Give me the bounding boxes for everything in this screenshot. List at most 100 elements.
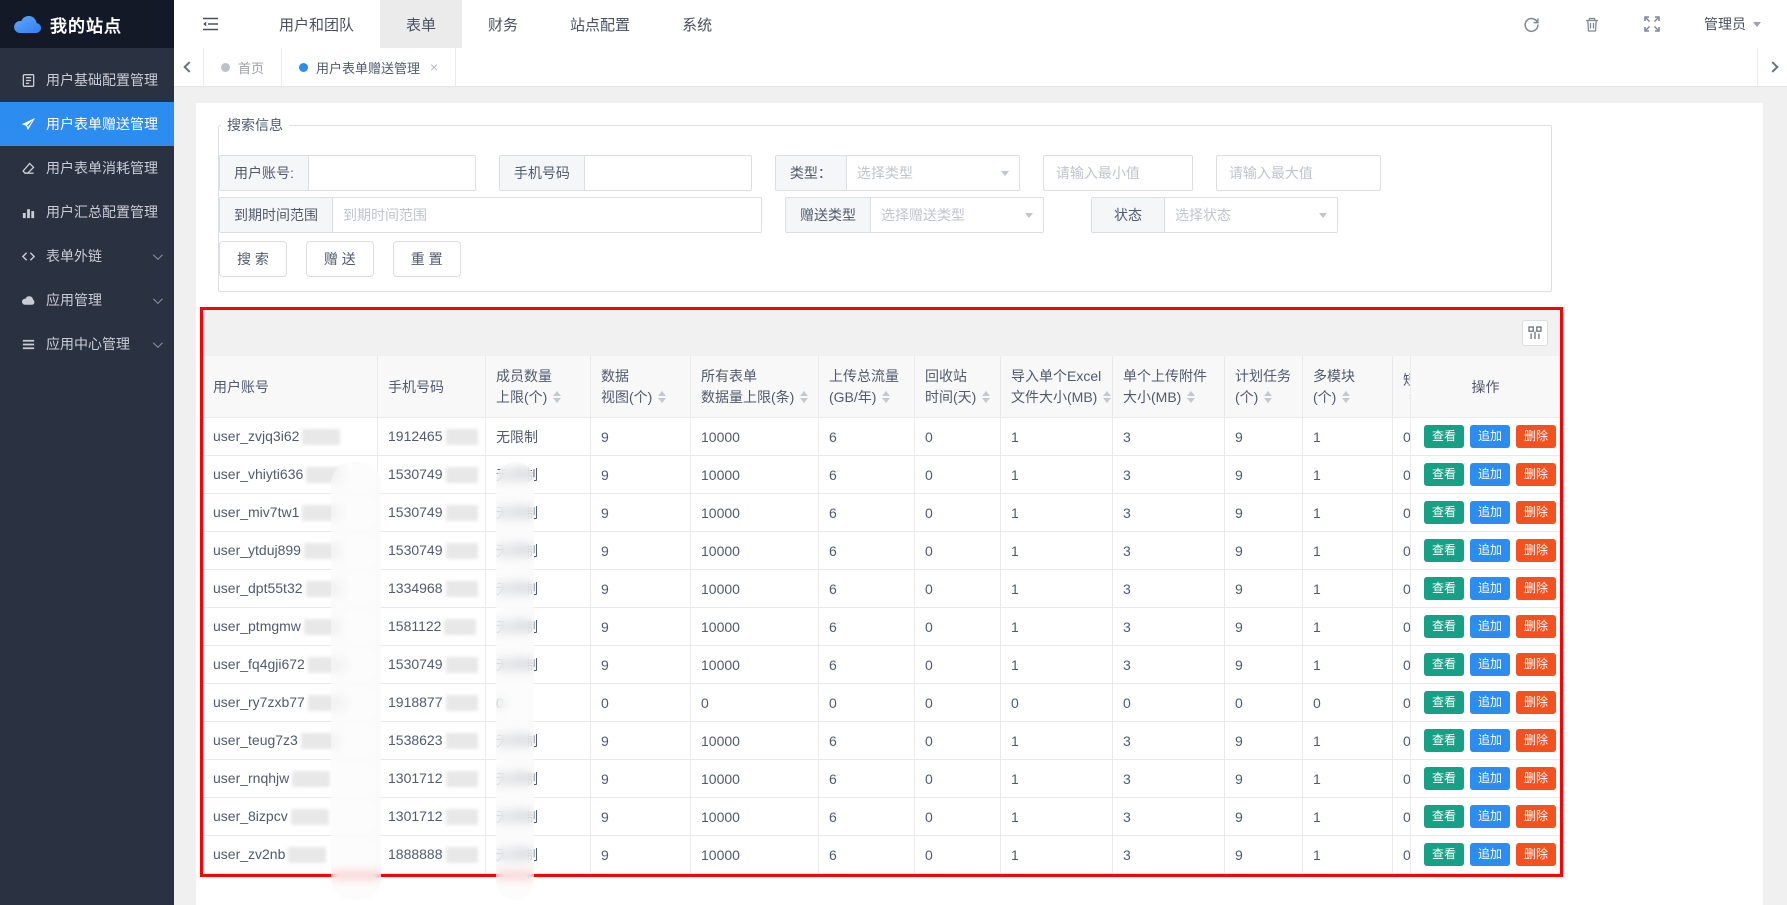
append-button[interactable]: 追加 xyxy=(1470,691,1510,713)
append-button[interactable]: 追加 xyxy=(1470,767,1510,789)
delete-button[interactable]: 删除 xyxy=(1516,425,1556,447)
view-button[interactable]: 查看 xyxy=(1424,805,1464,827)
sidebar-item[interactable]: 用户汇总配置管理 xyxy=(0,190,174,234)
phone-input[interactable] xyxy=(585,156,751,190)
sidebar-item[interactable]: 表单外链 xyxy=(0,234,174,278)
min-value-input[interactable] xyxy=(1043,155,1193,191)
delete-button[interactable]: 删除 xyxy=(1516,577,1556,599)
view-button[interactable]: 查看 xyxy=(1424,425,1464,447)
bar-chart-icon xyxy=(20,204,36,220)
view-button[interactable]: 查看 xyxy=(1424,691,1464,713)
tab-close-icon[interactable]: × xyxy=(430,59,438,75)
value-cell: 3 xyxy=(1113,836,1225,874)
value-cell: 0 xyxy=(915,418,1001,456)
top-nav-item[interactable]: 站点配置 xyxy=(544,0,656,48)
delete-button[interactable]: 删除 xyxy=(1516,767,1556,789)
sort-icon[interactable] xyxy=(882,391,890,403)
menu-collapse-icon[interactable] xyxy=(202,16,219,32)
top-nav-item[interactable]: 系统 xyxy=(656,0,738,48)
value-cell: 无限制 xyxy=(486,608,591,646)
column-header[interactable]: 上传总流量(GB/年) xyxy=(819,356,915,418)
delete-button[interactable]: 删除 xyxy=(1516,843,1556,865)
column-header[interactable]: 多模块(个) xyxy=(1303,356,1393,418)
view-button[interactable]: 查看 xyxy=(1424,463,1464,485)
column-header[interactable]: 所有表单数据量上限(条) xyxy=(691,356,819,418)
column-header[interactable]: 导入单个Excel文件大小(MB) xyxy=(1001,356,1113,418)
sort-icon[interactable] xyxy=(553,391,561,403)
sort-icon[interactable] xyxy=(1264,391,1272,403)
value-cell: 1 xyxy=(1001,836,1113,874)
page-tab[interactable]: 首页 xyxy=(204,48,282,86)
append-button[interactable]: 追加 xyxy=(1470,615,1510,637)
delete-button[interactable]: 删除 xyxy=(1516,691,1556,713)
append-button[interactable]: 追加 xyxy=(1470,843,1510,865)
value-cell: 3 xyxy=(1113,532,1225,570)
user-dropdown[interactable]: 管理员 xyxy=(1704,14,1761,34)
column-header[interactable]: 回收站时间(天) xyxy=(915,356,1001,418)
tabs-scroll-left-icon[interactable] xyxy=(174,48,204,86)
append-button[interactable]: 追加 xyxy=(1470,463,1510,485)
delete-button[interactable]: 删除 xyxy=(1516,463,1556,485)
delete-button[interactable]: 删除 xyxy=(1516,805,1556,827)
sidebar-item[interactable]: 应用管理 xyxy=(0,278,174,322)
fullscreen-icon[interactable] xyxy=(1644,16,1660,32)
type-select[interactable]: 选择类型 xyxy=(847,156,1019,190)
view-button[interactable]: 查看 xyxy=(1424,501,1464,523)
max-value-input[interactable] xyxy=(1216,155,1381,191)
sort-icon[interactable] xyxy=(982,391,990,403)
sort-icon[interactable] xyxy=(658,391,666,403)
view-button[interactable]: 查看 xyxy=(1424,729,1464,751)
view-button[interactable]: 查看 xyxy=(1424,577,1464,599)
chevron-down-icon xyxy=(153,338,163,348)
column-header[interactable]: 成员数量上限(个) xyxy=(486,356,591,418)
append-button[interactable]: 追加 xyxy=(1470,653,1510,675)
account-input[interactable] xyxy=(309,156,475,190)
column-header[interactable]: 数据视图(个) xyxy=(591,356,691,418)
value-cell: 9 xyxy=(591,532,691,570)
actions-cell: 查看追加删除 xyxy=(1410,684,1560,722)
sidebar-item-label: 应用管理 xyxy=(46,290,102,310)
append-button[interactable]: 追加 xyxy=(1470,539,1510,561)
sort-icon[interactable] xyxy=(800,391,808,403)
append-button[interactable]: 追加 xyxy=(1470,729,1510,751)
sidebar-item[interactable]: 用户表单消耗管理 xyxy=(0,146,174,190)
sort-icon[interactable] xyxy=(1103,391,1111,403)
delete-button[interactable]: 删除 xyxy=(1516,539,1556,561)
append-button[interactable]: 追加 xyxy=(1470,425,1510,447)
view-button[interactable]: 查看 xyxy=(1424,539,1464,561)
page-tab[interactable]: 用户表单赠送管理× xyxy=(282,48,456,86)
view-button[interactable]: 查看 xyxy=(1424,615,1464,637)
delete-button[interactable]: 删除 xyxy=(1516,653,1556,675)
append-button[interactable]: 追加 xyxy=(1470,577,1510,599)
delete-button[interactable]: 删除 xyxy=(1516,729,1556,751)
column-settings-button[interactable] xyxy=(1522,320,1548,346)
delete-button[interactable]: 删除 xyxy=(1516,501,1556,523)
append-button[interactable]: 追加 xyxy=(1470,501,1510,523)
column-header[interactable]: 计划任务(个) xyxy=(1225,356,1303,418)
column-header[interactable]: 单个上传附件大小(MB) xyxy=(1113,356,1225,418)
gift-button[interactable]: 赠 送 xyxy=(306,241,374,277)
delete-button[interactable]: 删除 xyxy=(1516,615,1556,637)
trash-icon[interactable] xyxy=(1584,16,1600,33)
sort-icon[interactable] xyxy=(1342,391,1350,403)
logo[interactable]: 我的站点 xyxy=(0,0,174,48)
sidebar-item[interactable]: 应用中心管理 xyxy=(0,322,174,366)
reset-button[interactable]: 重 置 xyxy=(393,241,461,277)
status-select[interactable]: 选择状态 xyxy=(1165,198,1337,232)
search-button[interactable]: 搜 索 xyxy=(219,241,287,277)
gift-type-select[interactable]: 选择赠送类型 xyxy=(871,198,1043,232)
tabs-scroll-right-icon[interactable] xyxy=(1757,48,1787,86)
refresh-icon[interactable] xyxy=(1523,16,1540,33)
sidebar-item[interactable]: 用户表单赠送管理 xyxy=(0,102,174,146)
expire-range-input[interactable] xyxy=(333,198,761,232)
top-nav-item[interactable]: 财务 xyxy=(462,0,544,48)
top-nav-item[interactable]: 用户和团队 xyxy=(253,0,380,48)
append-button[interactable]: 追加 xyxy=(1470,805,1510,827)
sidebar-item[interactable]: 用户基础配置管理 xyxy=(0,58,174,102)
view-button[interactable]: 查看 xyxy=(1424,767,1464,789)
view-button[interactable]: 查看 xyxy=(1424,843,1464,865)
phone-field-group: 手机号码 xyxy=(499,155,752,191)
sort-icon[interactable] xyxy=(1187,391,1195,403)
top-nav-item[interactable]: 表单 xyxy=(380,0,462,48)
view-button[interactable]: 查看 xyxy=(1424,653,1464,675)
